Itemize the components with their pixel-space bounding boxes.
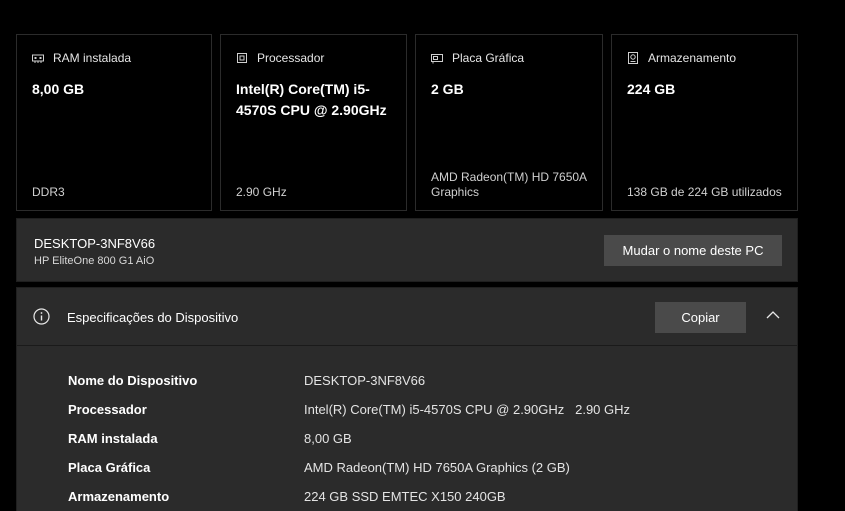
spec-row-processor: Processador Intel(R) Core(TM) i5-4570S C… — [68, 395, 630, 424]
device-specifications-panel: Especificações do Dispositivo Copiar Nom… — [16, 287, 798, 511]
ram-icon — [32, 52, 44, 64]
card-graphics-value: 2 GB — [431, 81, 464, 97]
card-graphics-label: Placa Gráfica — [452, 51, 525, 65]
card-processor-label: Processador — [257, 51, 325, 65]
card-processor-speed: 2.90 GHz — [236, 185, 287, 199]
card-processor-header: Processador — [236, 51, 324, 65]
card-storage: Armazenamento 224 GB 138 GB de 224 GB ut… — [611, 34, 798, 211]
hardware-summary-cards: RAM instalada 8,00 GB DDR3 Processador I… — [16, 34, 798, 211]
copy-button[interactable]: Copiar — [655, 302, 746, 333]
card-storage-header: Armazenamento — [627, 51, 736, 65]
spec-row-graphics: Placa Gráfica AMD Radeon(TM) HD 7650A Gr… — [68, 453, 630, 482]
card-graphics-header: Placa Gráfica — [431, 51, 524, 65]
spec-key: RAM instalada — [68, 431, 158, 446]
card-ram-label: RAM instalada — [53, 51, 132, 65]
chevron-up-icon[interactable] — [765, 308, 781, 320]
card-ram: RAM instalada 8,00 GB DDR3 — [16, 34, 212, 211]
spec-key: Placa Gráfica — [68, 460, 151, 475]
pc-model: HP EliteOne 800 G1 AiO — [34, 255, 155, 267]
card-processor-value: Intel(R) Core(TM) i5-4570S CPU @ 2.90GHz — [236, 81, 387, 118]
spec-value: DESKTOP-3NF8V66 — [304, 373, 426, 388]
card-storage-value: 224 GB — [627, 81, 676, 97]
spec-value: 8,00 GB — [304, 431, 352, 446]
card-ram-type: DDR3 — [32, 185, 65, 199]
spec-value: Intel(R) Core(TM) i5-4570S CPU @ 2.90GHz… — [304, 402, 631, 417]
card-graphics: Placa Gráfica 2 GB AMD Radeon(TM) HD 765… — [415, 34, 603, 211]
pc-name-panel: DESKTOP-3NF8V66 HP EliteOne 800 G1 AiO M… — [16, 218, 798, 282]
card-storage-label: Armazenamento — [648, 51, 737, 65]
card-ram-header: RAM instalada — [32, 51, 131, 65]
spec-key: Armazenamento — [68, 489, 170, 504]
card-processor: Processador Intel(R) Core(TM) i5-4570S C… — [220, 34, 407, 211]
graphics-card-icon — [431, 52, 443, 64]
processor-icon — [236, 52, 248, 64]
spec-row-device-name: Nome do Dispositivo DESKTOP-3NF8V66 — [68, 366, 630, 395]
device-specifications-title: Especificações do Dispositivo — [67, 310, 239, 325]
pc-name: DESKTOP-3NF8V66 — [34, 236, 156, 251]
spec-key: Nome do Dispositivo — [68, 373, 198, 388]
settings-about-page: RAM instalada 8,00 GB DDR3 Processador I… — [0, 0, 845, 511]
specifications-table: Nome do Dispositivo DESKTOP-3NF8V66 Proc… — [68, 366, 630, 511]
card-graphics-model: AMD Radeon(TM) HD 7650A Graphics — [431, 170, 587, 199]
spec-value: 224 GB SSD EMTEC X150 240GB — [304, 489, 506, 504]
spec-row-storage: Armazenamento 224 GB SSD EMTEC X150 240G… — [68, 482, 630, 511]
rename-pc-button[interactable]: Mudar o nome deste PC — [604, 235, 782, 266]
spec-key: Processador — [68, 402, 147, 417]
spec-value: AMD Radeon(TM) HD 7650A Graphics (2 GB) — [304, 460, 570, 475]
storage-icon — [627, 52, 639, 64]
card-ram-value: 8,00 GB — [32, 81, 85, 97]
card-storage-usage: 138 GB de 224 GB utilizados — [627, 185, 782, 199]
device-specifications-header[interactable]: Especificações do Dispositivo Copiar — [17, 288, 797, 346]
info-icon — [33, 308, 50, 325]
spec-row-ram: RAM instalada 8,00 GB — [68, 424, 630, 453]
